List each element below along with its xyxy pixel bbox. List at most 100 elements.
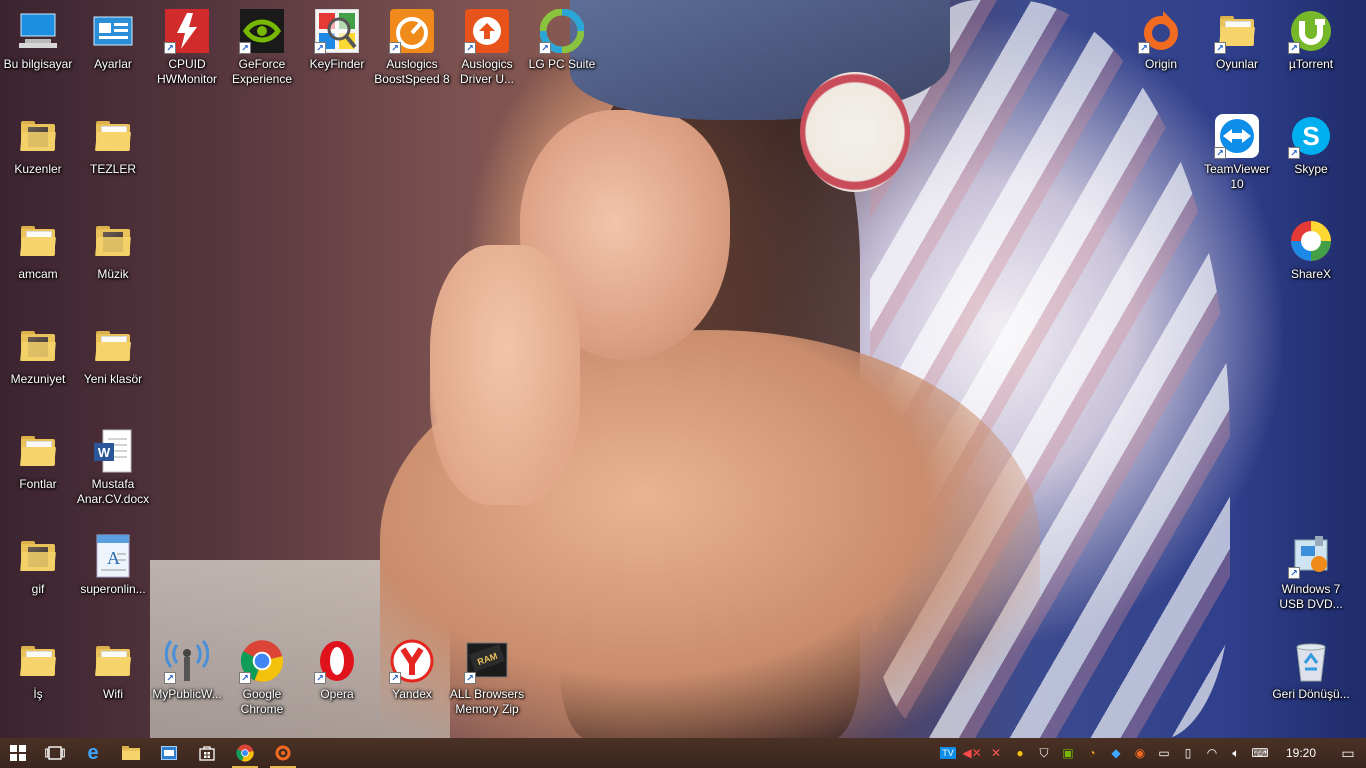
desktop-icon-tezler[interactable]: TEZLER [75, 113, 151, 177]
folder-icon [15, 428, 61, 474]
tray-dropbox-icon[interactable]: ◆ [1104, 738, 1128, 768]
desktop-icon-label: Yandex [392, 687, 432, 701]
svg-text:S: S [1302, 121, 1319, 151]
desktop-icon-auslogics-driver[interactable]: ↗ Auslogics Driver U... [449, 8, 525, 87]
desktop-icon-muzik[interactable]: Müzik [75, 218, 151, 282]
shortcut-arrow-icon: ↗ [539, 42, 551, 54]
shortcut-arrow-icon: ↗ [1288, 147, 1300, 159]
desktop-icon-label: Fontlar [19, 477, 57, 491]
desktop-icon-auslogics-boostspeed[interactable]: ↗ Auslogics BoostSpeed 8 [374, 8, 450, 87]
tray-defender-icon[interactable]: ⛉ [1032, 738, 1056, 768]
shortcut-arrow-icon: ↗ [464, 42, 476, 54]
folder-icon [15, 638, 61, 684]
computer-icon [15, 8, 61, 54]
desktop-icon-label: CPUID HWMonitor [156, 57, 217, 86]
shortcut-arrow-icon: ↗ [389, 672, 401, 684]
tray-battery-icon[interactable]: ▯ [1176, 738, 1200, 768]
folder-icon [90, 113, 136, 159]
tray-network-error-icon[interactable]: ✕ [984, 738, 1008, 768]
desktop-icon-skype[interactable]: S ↗ Skype [1273, 113, 1349, 177]
taskbar-app-1[interactable] [150, 738, 188, 768]
wifi-antenna-icon: ↗ [164, 638, 210, 684]
desktop-icon-sharex[interactable]: ShareX [1273, 218, 1349, 282]
tray-keyboard-icon[interactable]: ⌨︎ [1248, 738, 1272, 768]
desktop-icon-label: ALL Browsers Memory Zip [449, 687, 525, 716]
tray-volume-icon[interactable]: 🔈︎ [1224, 738, 1248, 768]
desktop-icon-bu-bilgisayar[interactable]: Bu bilgisayar [0, 8, 76, 72]
folder-photo-icon [90, 218, 136, 264]
desktop-icon-oyunlar[interactable]: ↗ Oyunlar [1199, 8, 1275, 72]
desktop-icon-amcam[interactable]: amcam [0, 218, 76, 282]
desktop-icon-yeni-klasor[interactable]: Yeni klasör [75, 323, 151, 387]
desktop-icon-origin[interactable]: ↗ Origin [1123, 8, 1199, 72]
desktop-icon-superonline[interactable]: Asuperonlin... [75, 533, 151, 597]
recycle-bin-icon [1288, 638, 1334, 684]
desktop-icon-cpuid-hwmonitor[interactable]: ↗ CPUID HWMonitor [149, 8, 225, 87]
origin-taskbar-button[interactable] [264, 738, 302, 768]
tray-origin-icon[interactable]: ◉ [1128, 738, 1152, 768]
file-explorer-button[interactable] [112, 738, 150, 768]
desktop-icon-mustafa-cv[interactable]: W Mustafa Anar.CV.docx [75, 428, 151, 507]
desktop-icon-label: Mustafa Anar.CV.docx [76, 477, 150, 506]
taskbar: e TV ◀✕ ✕ ● ⛉ ▣ ◔ ◆ ◉ ▭ ▯ ◠ 🔈︎ ⌨︎ 19:20 … [0, 738, 1366, 768]
folder-photo-icon [15, 323, 61, 369]
wallpaper-hand [430, 245, 580, 505]
desktop-icon-mezuniyet[interactable]: Mezuniyet [0, 323, 76, 387]
folder-photo-icon [15, 113, 61, 159]
shortcut-arrow-icon: ↗ [1214, 42, 1226, 54]
desktop-icon-label: Bu bilgisayar [3, 57, 73, 71]
desktop-icon-geri-donusum[interactable]: Geri Dönüşü... [1272, 638, 1350, 702]
shortcut-arrow-icon: ↗ [239, 42, 251, 54]
tray-app-icon[interactable]: ▭ [1152, 738, 1176, 768]
edge-button[interactable]: e [74, 738, 112, 768]
desktop-icon-opera[interactable]: ↗ Opera [299, 638, 375, 702]
desktop-icon-label: Origin [1144, 57, 1177, 71]
desktop-icon-windows7-usb[interactable]: ↗ Windows 7 USB DVD... [1273, 533, 1349, 612]
shortcut-arrow-icon: ↗ [1214, 147, 1226, 159]
tray-boostspeed-icon[interactable]: ◔ [1080, 738, 1104, 768]
store-button[interactable] [188, 738, 226, 768]
tray-chrome-icon[interactable]: ● [1008, 738, 1032, 768]
desktop-icon-keyfinder[interactable]: ↗ KeyFinder [299, 8, 375, 72]
taskbar-clock[interactable]: 19:20 [1272, 746, 1330, 760]
desktop-icon-label: Windows 7 USB DVD... [1279, 582, 1343, 611]
desktop-icon-wifi[interactable]: Wifi [75, 638, 151, 702]
start-button[interactable] [0, 738, 36, 768]
opera-icon: ↗ [314, 638, 360, 684]
desktop-icon-all-browsers-memory-zip[interactable]: RAM ↗ ALL Browsers Memory Zip [449, 638, 525, 717]
shortcut-arrow-icon: ↗ [389, 42, 401, 54]
window-icon [161, 746, 177, 760]
desktop-icon-kuzenler[interactable]: Kuzenler [0, 113, 76, 177]
desktop-icon-ayarlar[interactable]: Ayarlar [75, 8, 151, 72]
desktop-icon-label: MyPublicW... [152, 687, 222, 701]
tray-wifi-icon[interactable]: ◠ [1200, 738, 1224, 768]
desktop-icon-is[interactable]: İş [0, 638, 76, 702]
chrome-icon [236, 744, 254, 762]
desktop-icon-label: amcam [18, 267, 58, 281]
shortcut-arrow-icon: ↗ [314, 672, 326, 684]
desktop-icon-teamviewer[interactable]: ↗ TeamViewer 10 [1199, 113, 1275, 192]
tray-mute-icon[interactable]: ◀✕ [960, 738, 984, 768]
desktop-icon-utorrent[interactable]: ↗ µTorrent [1273, 8, 1349, 72]
desktop-icon-google-chrome[interactable]: ↗ Google Chrome [224, 638, 300, 717]
action-center-button[interactable]: ▭ [1330, 738, 1366, 768]
desktop-icon-gif[interactable]: gif [0, 533, 76, 597]
chrome-taskbar-button[interactable] [226, 738, 264, 768]
folder-photo-icon [15, 533, 61, 579]
svg-text:A: A [107, 548, 120, 568]
desktop-icon-label: Auslogics BoostSpeed 8 [374, 57, 450, 86]
desktop-icon-yandex[interactable]: ↗ Yandex [374, 638, 450, 702]
tray-teamviewer-icon[interactable]: TV [936, 738, 960, 768]
desktop-icon-label: Ayarlar [94, 57, 132, 71]
tray-nvidia-icon[interactable]: ▣ [1056, 738, 1080, 768]
desktop-icon-lg-pc-suite[interactable]: ↗ LG PC Suite [524, 8, 600, 72]
desktop-icon-mypublicwifi[interactable]: ↗ MyPublicW... [149, 638, 225, 702]
task-view-button[interactable] [36, 738, 74, 768]
folder-icon [122, 746, 140, 760]
task-view-icon [45, 746, 65, 760]
desktop-icon-fontlar[interactable]: Fontlar [0, 428, 76, 492]
desktop-icon-geforce-experience[interactable]: ↗ GeForce Experience [224, 8, 300, 87]
desktop-icon-label: Opera [320, 687, 354, 701]
shortcut-arrow-icon: ↗ [1138, 42, 1150, 54]
folder-icon [15, 218, 61, 264]
